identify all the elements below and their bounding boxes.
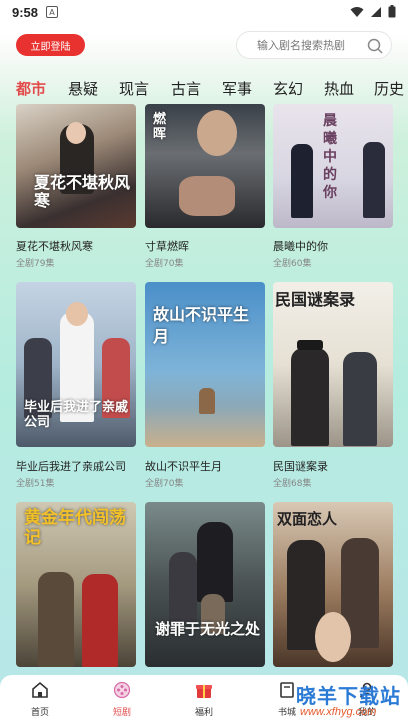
drama-episodes: 全剧79集 bbox=[16, 259, 55, 269]
tab-junshi[interactable]: 军事 bbox=[222, 78, 252, 99]
drama-title[interactable]: 寸草燃晖 bbox=[145, 238, 189, 254]
nav-welfare[interactable]: 福利 bbox=[179, 681, 229, 718]
nav-label: 短剧 bbox=[112, 708, 131, 718]
tab-xianyan[interactable]: 现言 bbox=[119, 78, 149, 99]
status-time: 9:58 bbox=[12, 4, 39, 20]
tab-xuanyi[interactable]: 悬疑 bbox=[68, 78, 98, 99]
site-watermark: 晓羊下载站 www.xfhyg.com bbox=[290, 680, 408, 725]
tab-xuanhuan[interactable]: 玄幻 bbox=[273, 78, 303, 99]
poster-image[interactable]: 故山不识平生月 bbox=[145, 282, 265, 447]
poster-image[interactable]: 毕业后我进了亲戚公司 bbox=[16, 282, 136, 447]
drama-title[interactable]: 故山不识平生月 bbox=[145, 458, 222, 474]
search-placeholder: 输入剧名搜索热剧 bbox=[257, 39, 345, 52]
drama-title[interactable]: 夏花不堪秋风寒 bbox=[16, 238, 93, 254]
drama-episodes: 全剧51集 bbox=[16, 479, 55, 489]
nav-label: 福利 bbox=[194, 708, 213, 718]
poster-title: 晨曦中的你 bbox=[323, 113, 337, 201]
notification-icon: A bbox=[46, 6, 59, 18]
poster-image[interactable]: 燃晖 bbox=[145, 104, 265, 228]
poster-image[interactable]: 晨曦中的你 bbox=[273, 104, 393, 228]
poster-title: 黄金年代闯荡记 bbox=[24, 508, 126, 548]
category-tabs: 都市 悬疑 现言 古言 军事 玄幻 热血 历史 bbox=[0, 74, 408, 104]
status-icons bbox=[350, 5, 396, 18]
drama-episodes: 全剧70集 bbox=[145, 259, 184, 269]
drama-title[interactable]: 民国谜案录 bbox=[273, 458, 328, 474]
drama-episodes: 全剧68集 bbox=[273, 479, 312, 489]
signal-icon bbox=[371, 6, 381, 17]
tab-dushi[interactable]: 都市 bbox=[16, 78, 46, 99]
drama-title[interactable]: 毕业后我进了亲戚公司 bbox=[16, 458, 126, 474]
nav-home[interactable]: 首页 bbox=[15, 681, 65, 718]
poster-title: 民国谜案录 bbox=[275, 290, 356, 309]
film-reel-icon bbox=[113, 681, 131, 699]
poster-image[interactable]: 黄金年代闯荡记 bbox=[16, 502, 136, 667]
poster-image[interactable]: 民国谜案录 bbox=[273, 282, 393, 447]
watermark-url: www.xfhyg.com bbox=[300, 706, 377, 718]
drama-episodes: 全剧60集 bbox=[273, 259, 312, 269]
status-bar: 9:58 A bbox=[0, 0, 408, 24]
gift-icon bbox=[196, 685, 212, 698]
tab-lishi[interactable]: 历史 bbox=[374, 78, 404, 99]
battery-icon bbox=[388, 5, 396, 18]
poster-title: 夏花不堪秋风寒 bbox=[34, 173, 131, 210]
wifi-icon bbox=[350, 6, 364, 17]
search-input[interactable]: 输入剧名搜索热剧 bbox=[236, 31, 392, 59]
nav-label: 首页 bbox=[30, 708, 49, 718]
nav-shortdrama[interactable]: 短剧 bbox=[97, 681, 147, 718]
tab-guyan[interactable]: 古言 bbox=[171, 78, 201, 99]
poster-title: 毕业后我进了亲戚公司 bbox=[24, 400, 129, 430]
drama-episodes: 全剧70集 bbox=[145, 479, 184, 489]
poster-image[interactable]: 双面恋人 bbox=[273, 502, 393, 667]
home-icon bbox=[32, 681, 48, 698]
watermark-text: 晓羊下载站 bbox=[296, 684, 401, 708]
login-button[interactable]: 立即登陆 bbox=[16, 34, 85, 56]
poster-image[interactable]: 谢罪于无光之处 bbox=[145, 502, 265, 667]
poster-title: 故山不识平生月 bbox=[153, 305, 250, 346]
poster-title: 谢罪于无光之处 bbox=[155, 620, 261, 638]
search-icon[interactable] bbox=[367, 38, 383, 54]
poster-image[interactable]: 夏花不堪秋风寒 bbox=[16, 104, 136, 228]
tab-rexue[interactable]: 热血 bbox=[324, 78, 354, 99]
poster-title: 双面恋人 bbox=[277, 510, 338, 528]
drama-title[interactable]: 晨曦中的你 bbox=[273, 238, 328, 254]
poster-title: 燃晖 bbox=[153, 112, 167, 142]
